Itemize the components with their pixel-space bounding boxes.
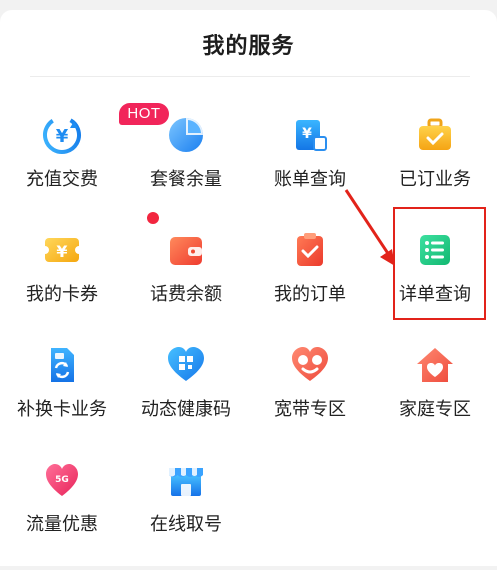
annotation-highlight-box	[393, 207, 486, 320]
